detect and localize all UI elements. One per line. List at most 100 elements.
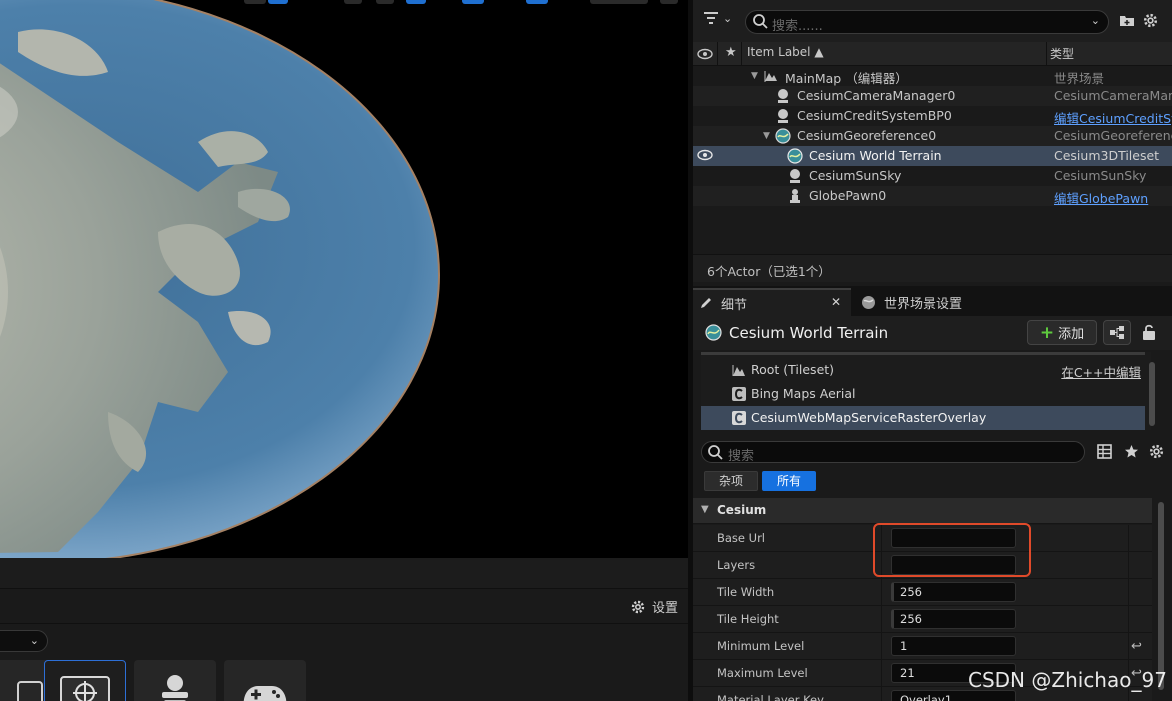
outliner-empty-area (693, 206, 1172, 254)
world-icon (862, 295, 875, 309)
toolbar-btn[interactable] (268, 0, 288, 4)
toolbar-btn[interactable] (660, 0, 678, 4)
row-label: CesiumGeoreference0 (797, 128, 937, 143)
expand-arrow-icon[interactable]: ▼ (751, 71, 758, 81)
outliner-row-globepawn[interactable]: GlobePawn0 编辑GlobePawn (693, 186, 1172, 206)
edit-in-cpp-link[interactable]: 在C++中编辑 (1061, 362, 1141, 381)
component-tree: Root (Tileset) 在C++中编辑 Bing Maps Aerial … (701, 352, 1151, 430)
place-tile-game[interactable] (224, 660, 306, 701)
toolbar-btn[interactable] (462, 0, 484, 4)
layers-input[interactable] (891, 555, 1016, 575)
outliner-row-credit-system[interactable]: CesiumCreditSystemBP0 编辑CesiumCreditSyst… (693, 106, 1172, 126)
reset-to-default-icon[interactable]: ↩ (1131, 639, 1142, 654)
star-icon[interactable] (1124, 444, 1139, 459)
minimum-level-input[interactable]: 1 (891, 636, 1016, 656)
cpp-component-icon (732, 387, 746, 401)
property-row-minimum-level: Minimum Level 1 ↩ (693, 633, 1152, 660)
mode-dropdown[interactable]: ⌄ (0, 630, 48, 652)
property-name: Tile Height (717, 612, 779, 626)
property-name: Tile Width (717, 585, 775, 599)
base-url-input[interactable] (891, 528, 1016, 548)
place-tile-pawn[interactable] (134, 660, 216, 701)
toolbar-btn[interactable] (376, 0, 394, 4)
toolbar-btn[interactable] (344, 0, 362, 4)
details-tab-bar: 细节 ✕ 世界场景设置 (693, 286, 1172, 316)
add-component-button[interactable]: + 添加 (1027, 320, 1097, 345)
outliner-toolbar: ⌄ 搜索...... ⌄ (693, 0, 1172, 42)
component-label: CesiumWebMapServiceRasterOverlay (751, 410, 987, 425)
row-type: Cesium3DTileset (1054, 148, 1160, 163)
watermark-text: CSDN @Zhichao_97 (968, 668, 1167, 692)
settings-label: 设置 (651, 601, 678, 616)
tile-width-input[interactable]: 256 (891, 582, 1016, 602)
unlock-icon[interactable] (1141, 323, 1157, 341)
table-view-icon[interactable] (1097, 444, 1112, 459)
gamepad-icon (243, 686, 287, 701)
filter-chip-all[interactable]: 所有 (762, 471, 817, 491)
outliner-row-sunsky[interactable]: CesiumSunSky CesiumSunSky (693, 166, 1172, 186)
actor-count-bar: 6个Actor（已选1个） (693, 254, 1172, 282)
viewport-bottom-strip (0, 558, 688, 588)
outliner-row-world-terrain[interactable]: Cesium World Terrain Cesium3DTileset (693, 146, 1172, 166)
category-label: Cesium (717, 503, 767, 517)
details-header: Cesium World Terrain + 添加 (693, 316, 1172, 350)
pawn-icon (790, 189, 800, 203)
filter-button[interactable]: ⌄ (703, 11, 732, 25)
component-tree-scrollbar[interactable] (1149, 362, 1155, 426)
actor-icon (778, 89, 788, 103)
place-actors-panel: ⌄ (0, 624, 688, 701)
component-label: Bing Maps Aerial (751, 386, 856, 401)
eye-icon[interactable] (697, 48, 713, 60)
search-icon (708, 445, 723, 460)
star-icon[interactable]: ★ (725, 45, 737, 60)
level-viewport[interactable] (0, 0, 688, 558)
property-row-tile-width: Tile Width 256 (693, 579, 1152, 606)
outliner-row-camera-manager[interactable]: CesiumCameraManager0 CesiumCameraManager (693, 86, 1172, 106)
eye-icon[interactable] (697, 149, 713, 161)
row-type-link[interactable]: 编辑CesiumCreditSystemBP (1054, 108, 1172, 127)
column-item-label[interactable]: Item Label ▲ (747, 45, 824, 59)
toolbar-btn[interactable] (590, 0, 648, 4)
actor-icon (778, 109, 788, 123)
add-label: 添加 (1058, 327, 1085, 342)
outliner-row-georeference[interactable]: ▼ CesiumGeoreference0 CesiumGeoreference (693, 126, 1172, 146)
toolbar-btn[interactable] (244, 0, 266, 4)
outliner-row-mainmap[interactable]: ▼ MainMap （编辑器） 世界场景 (693, 66, 1172, 86)
toolbar-btn[interactable] (526, 0, 548, 4)
component-row-wms[interactable]: CesiumWebMapServiceRasterOverlay (701, 406, 1145, 430)
tab-details[interactable]: 细节 ✕ (693, 288, 851, 316)
category-header-cesium[interactable]: ▼ Cesium (693, 498, 1152, 524)
component-row-root[interactable]: Root (Tileset) 在C++中编辑 (701, 358, 1145, 382)
gear-icon[interactable] (1148, 443, 1165, 460)
gear-icon[interactable] (1142, 12, 1159, 29)
toolbar-btn[interactable] (406, 0, 426, 4)
row-label: GlobePawn0 (809, 188, 887, 203)
collapse-arrow-icon: ▼ (701, 504, 709, 515)
details-scrollbar[interactable] (1158, 502, 1164, 690)
row-type: 世界场景 (1054, 71, 1105, 86)
details-search-input[interactable]: 搜索 (701, 441, 1085, 464)
row-label: CesiumCreditSystemBP0 (797, 108, 952, 123)
row-label: CesiumSunSky (809, 168, 902, 183)
expand-arrow-icon[interactable]: ▼ (763, 131, 770, 141)
component-row-bing[interactable]: Bing Maps Aerial (701, 382, 1145, 406)
property-name: Maximum Level (717, 666, 808, 680)
chevron-down-icon: ⌄ (1090, 14, 1100, 27)
close-icon[interactable]: ✕ (831, 295, 841, 309)
outliner-search-input[interactable]: 搜索...... ⌄ (745, 10, 1109, 34)
camera-target-icon (60, 676, 110, 701)
column-type[interactable]: 类型 (1050, 45, 1074, 62)
place-tile-camera[interactable] (44, 660, 126, 701)
row-type-link[interactable]: 编辑GlobePawn (1054, 188, 1172, 207)
row-type: CesiumGeoreference (1054, 128, 1172, 143)
row-type: CesiumSunSky (1054, 168, 1147, 183)
tile-height-input[interactable]: 256 (891, 609, 1016, 629)
filter-chip-misc[interactable]: 杂项 (704, 471, 759, 491)
right-panel: ⌄ 搜索...... ⌄ ★ Item Label ▲ 类型 ▼ MainMap… (693, 0, 1172, 701)
settings-button[interactable]: 设置 (630, 597, 678, 616)
filter-icon (704, 12, 718, 24)
blueprint-button[interactable] (1103, 320, 1131, 345)
component-label: Root (Tileset) (751, 362, 835, 377)
tab-world-settings[interactable]: 世界场景设置 (859, 288, 962, 316)
add-folder-icon[interactable] (1119, 13, 1135, 27)
